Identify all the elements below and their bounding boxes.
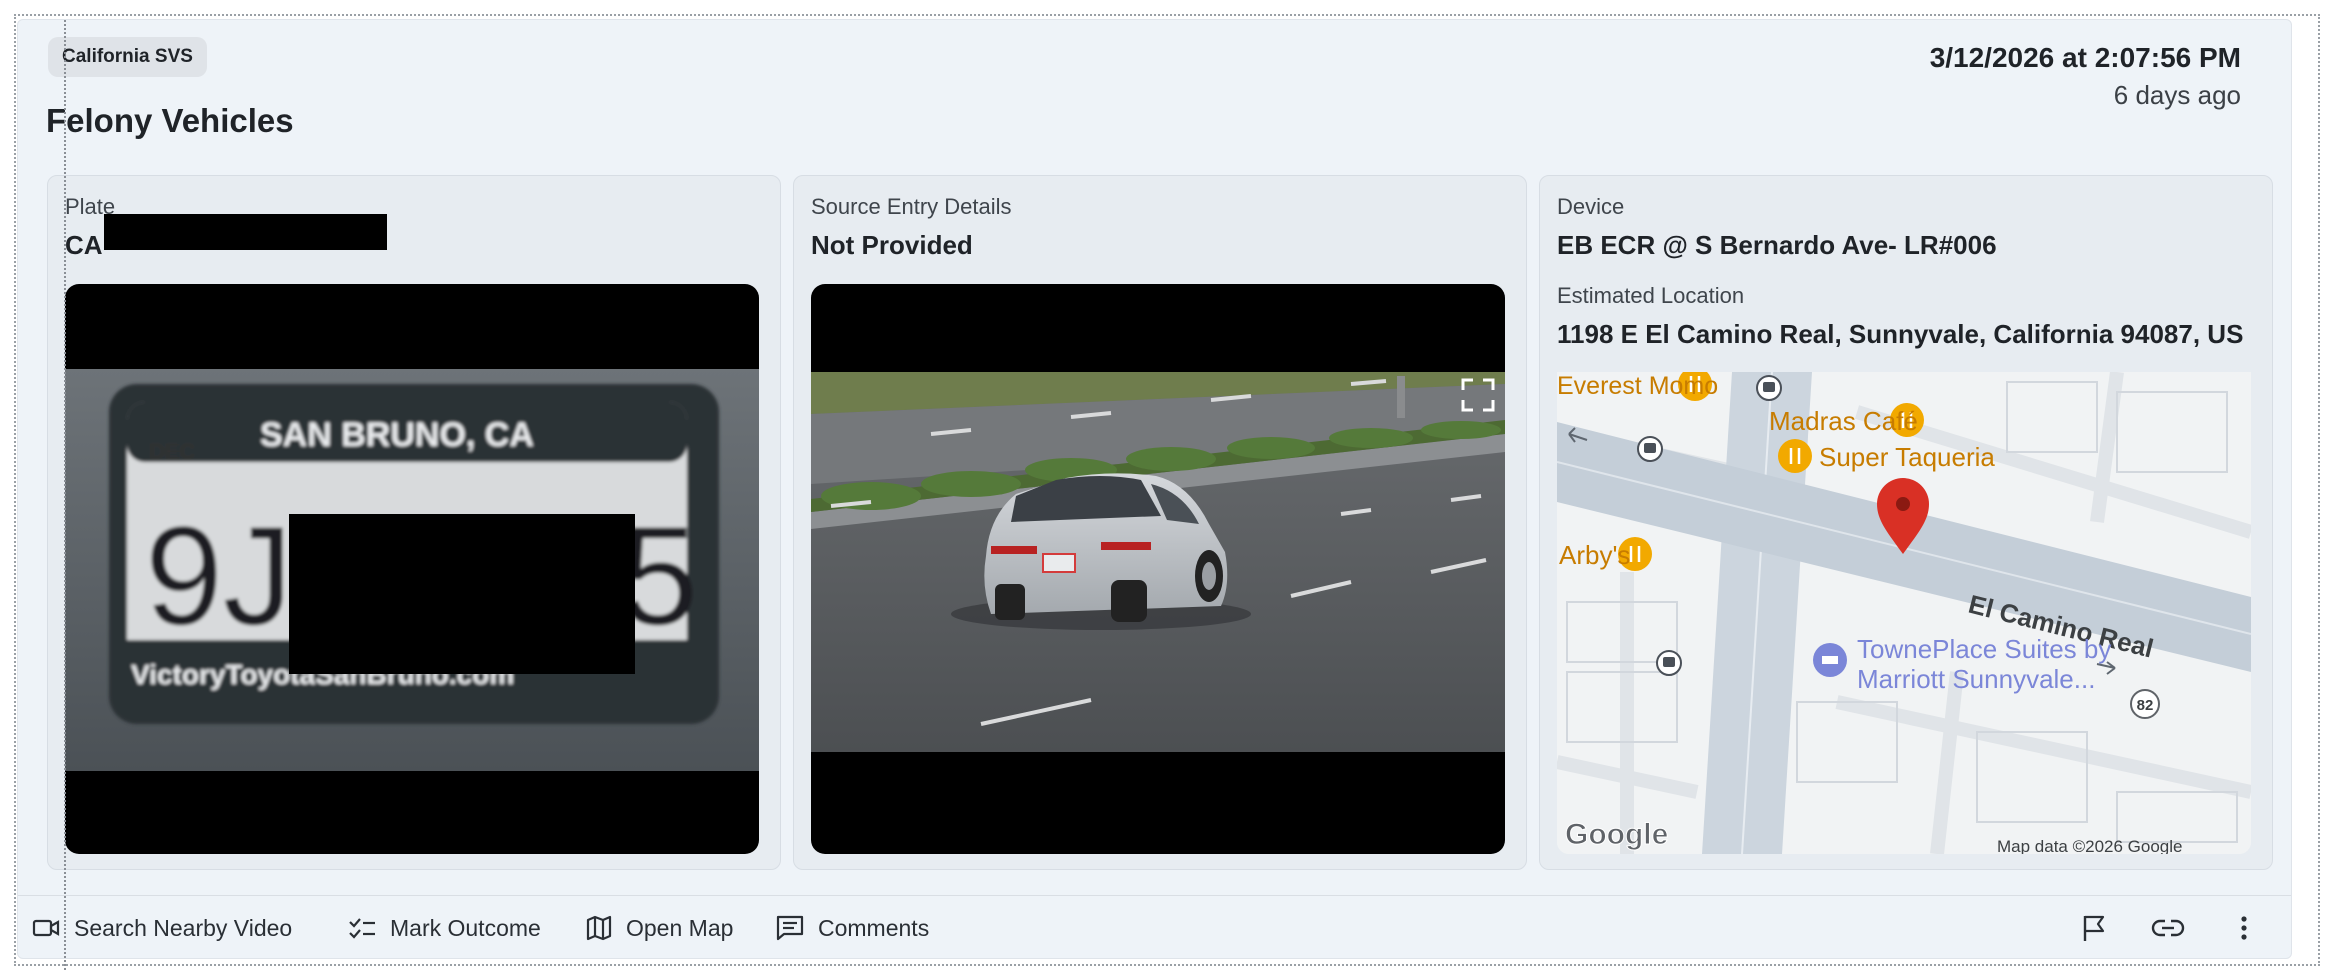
search-nearby-video-label: Search Nearby Video xyxy=(74,914,293,941)
route-shield: 82 xyxy=(2137,697,2154,714)
alert-timestamp: 3/12/2026 at 2:07:56 PM xyxy=(1929,42,2241,73)
mark-outcome-button[interactable]: Mark Outcome xyxy=(348,896,541,960)
google-logo: Google xyxy=(1565,818,1668,851)
device-value: EB ECR @ S Bernardo Ave- LR#006 xyxy=(1557,230,1997,260)
search-nearby-video-button[interactable]: Search Nearby Video xyxy=(32,896,292,960)
plate-frame-top-text: SAN BRUNO, CA xyxy=(260,416,534,454)
flag-icon xyxy=(2083,915,2105,941)
device-label: Device xyxy=(1557,194,1625,219)
poi-super-taqueria: Super Taqueria xyxy=(1819,442,1995,472)
open-map-label: Open Map xyxy=(626,914,734,941)
device-panel: Device EB ECR @ S Bernardo Ave- LR#006 E… xyxy=(1539,175,2273,870)
poi-arbys: Arby's xyxy=(1559,540,1630,570)
vehicle-image[interactable] xyxy=(811,284,1505,854)
plate-redaction xyxy=(104,214,387,250)
comment-icon xyxy=(776,915,804,941)
video-camera-icon xyxy=(32,919,60,937)
selection-guide xyxy=(64,20,66,970)
poi-madras-cafe: Madras Café xyxy=(1769,406,1918,436)
checklist-icon xyxy=(349,918,375,939)
open-map-button[interactable]: Open Map xyxy=(586,896,733,960)
map-icon xyxy=(586,915,612,941)
source-panel: Source Entry Details Not Provided xyxy=(793,175,1527,870)
poi-towneplace-1: TownePlace Suites by xyxy=(1857,634,2111,664)
flag-button[interactable] xyxy=(2074,908,2114,948)
plate-chars-left: 9J xyxy=(145,497,293,654)
source-tag: California SVS xyxy=(48,37,207,77)
card-footer: Search Nearby Video Mark Outcome Open Ma… xyxy=(18,895,2291,959)
plate-panel: Plate CA SAN BRUNO, CA DEC 9J 5 VictoryT… xyxy=(47,175,781,870)
alert-card: California SVS Felony Vehicles 3/12/2026… xyxy=(17,19,2292,959)
mark-outcome-label: Mark Outcome xyxy=(390,914,541,941)
alert-title: Felony Vehicles xyxy=(46,102,294,139)
location-label: Estimated Location xyxy=(1557,283,1745,308)
plate-image[interactable]: SAN BRUNO, CA DEC 9J 5 VictoryToyotaSanB… xyxy=(65,284,759,854)
location-map[interactable]: El Camino Real 82 Everest Momo Madras Ca… xyxy=(1557,372,2251,854)
comments-label: Comments xyxy=(818,914,930,941)
link-icon xyxy=(2151,919,2185,937)
comments-button[interactable]: Comments xyxy=(776,896,929,960)
alert-relative-time: 6 days ago xyxy=(2113,80,2241,110)
plate-image-redaction xyxy=(289,514,635,674)
copy-link-button[interactable] xyxy=(2148,908,2188,948)
location-value: 1198 E El Camino Real, Sunnyvale, Califo… xyxy=(1557,319,2244,349)
plate-sticker-text: DEC xyxy=(149,439,196,464)
poi-everest-momo: Everest Momo xyxy=(1557,372,1718,400)
more-vertical-icon xyxy=(2241,916,2247,940)
map-attribution: Map data ©2026 Google xyxy=(1997,837,2183,854)
poi-towneplace-2: Marriott Sunnyvale... xyxy=(1857,664,2095,694)
source-label: Source Entry Details xyxy=(811,194,1012,219)
plate-value: CA xyxy=(65,230,103,260)
more-options-button[interactable] xyxy=(2224,908,2264,948)
source-value: Not Provided xyxy=(811,230,973,260)
